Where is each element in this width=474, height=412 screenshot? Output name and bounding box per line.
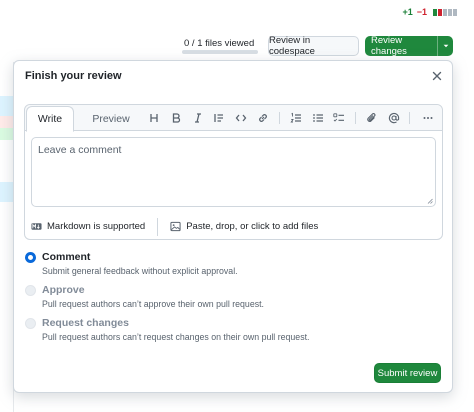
submit-review-button[interactable]: Submit review	[374, 363, 441, 383]
task-list-icon[interactable]	[332, 111, 346, 125]
radio-request-changes	[25, 318, 36, 329]
diffstat-block	[438, 8, 442, 16]
radio-comment[interactable]	[25, 252, 36, 263]
diffstat-block	[453, 8, 457, 16]
comment-textarea[interactable]: Leave a comment	[31, 137, 436, 207]
review-changes-button[interactable]: Review changes	[365, 35, 453, 57]
option-description: Pull request authors can’t approve their…	[42, 299, 265, 309]
markdown-note: Markdown is supported	[47, 221, 146, 232]
diff-line-deleted	[0, 116, 14, 128]
option-description: Submit general feedback without explicit…	[42, 266, 238, 276]
unordered-list-icon[interactable]	[311, 111, 325, 125]
review-in-codespace-button[interactable]: Review in codespace	[268, 35, 359, 57]
diffstat-blocks	[433, 8, 457, 16]
review-option-approve: Approve Pull request authors can’t appro…	[25, 284, 264, 309]
attach-note: Paste, drop, or click to add files	[186, 221, 319, 232]
review-option-request-changes: Request changes Pull request authors can…	[25, 317, 310, 342]
files-viewed-count: 0 / 1 files viewed	[184, 38, 255, 49]
toolbar-divider	[355, 112, 356, 124]
finish-review-dialog: Finish your review Write Preview Leave a…	[13, 60, 453, 393]
option-label: Approve	[42, 284, 85, 296]
tab-preview[interactable]: Preview	[83, 105, 139, 132]
diffstat-additions: +1	[402, 7, 413, 17]
editor-toolbar: Write Preview	[25, 105, 442, 132]
diff-line-highlight	[0, 96, 14, 116]
files-viewed-progress	[182, 50, 258, 54]
code-icon[interactable]	[234, 111, 248, 125]
more-icon[interactable]	[421, 111, 435, 125]
diffstat-block	[443, 8, 447, 16]
diff-line-added	[0, 128, 14, 140]
add-files-button[interactable]: Paste, drop, or click to add files	[170, 221, 318, 232]
mention-icon[interactable]	[387, 111, 401, 125]
close-icon[interactable]	[431, 70, 443, 82]
markdown-icon	[31, 223, 42, 230]
editor-footer: Markdown is supported Paste, drop, or cl…	[25, 213, 442, 240]
image-icon	[170, 221, 181, 232]
toolbar-divider	[279, 112, 280, 124]
diffstat-block	[433, 8, 437, 16]
diffstat: +1 −1	[402, 7, 457, 17]
attach-icon[interactable]	[365, 111, 379, 125]
diff-gutter-peek	[0, 62, 14, 412]
dialog-title: Finish your review	[25, 70, 122, 82]
diffstat-block	[448, 8, 452, 16]
option-description: Pull request authors can’t request chang…	[42, 332, 310, 342]
review-option-comment[interactable]: Comment Submit general feedback without …	[25, 251, 238, 276]
heading-icon[interactable]	[147, 111, 161, 125]
comment-placeholder: Leave a comment	[38, 144, 122, 156]
review-changes-label: Review changes	[371, 35, 407, 57]
italic-icon[interactable]	[191, 111, 205, 125]
radio-approve	[25, 285, 36, 296]
pr-files-toolbar: +1 −1 0 / 1 files viewed Review in codes…	[0, 0, 474, 62]
resize-handle-icon[interactable]	[427, 198, 433, 204]
link-icon[interactable]	[256, 111, 270, 125]
comment-editor: Write Preview Leave a comment Markdown i…	[24, 104, 443, 240]
footer-divider	[157, 217, 159, 236]
caret-down-icon	[437, 36, 453, 56]
ordered-list-icon[interactable]	[289, 111, 303, 125]
toolbar-divider	[409, 112, 410, 124]
option-label: Request changes	[42, 317, 129, 329]
tab-write[interactable]: Write	[26, 106, 74, 132]
diffstat-deletions: −1	[416, 7, 427, 17]
diff-line-highlight	[0, 182, 14, 202]
quote-icon[interactable]	[212, 111, 226, 125]
option-label: Comment	[42, 251, 91, 263]
markdown-supported-link[interactable]: Markdown is supported	[31, 221, 145, 232]
bold-icon[interactable]	[169, 111, 183, 125]
